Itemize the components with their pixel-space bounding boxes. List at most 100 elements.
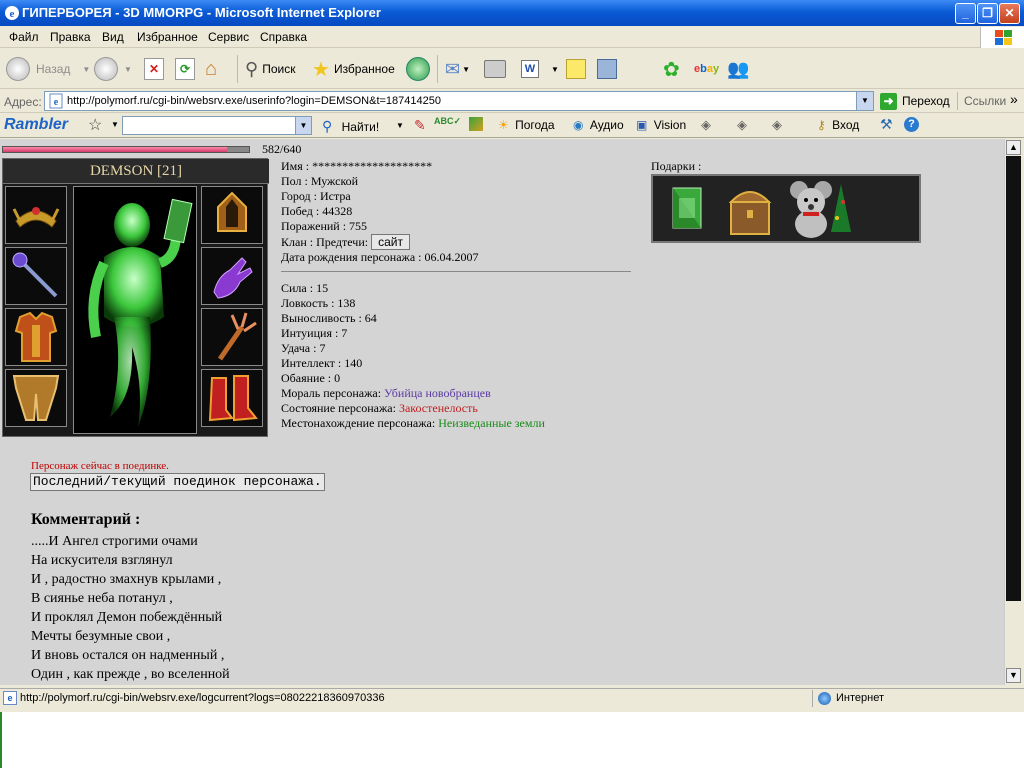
browser-window: e ГИПЕРБОРЕЯ - 3D MMORPG - Microsoft Int… xyxy=(0,0,1024,712)
find-label: Найти! xyxy=(341,120,380,134)
info-losses: Поражений : 755 xyxy=(281,219,368,233)
menu-favorites[interactable]: Избранное xyxy=(137,30,198,44)
word-icon: W xyxy=(521,60,539,78)
rambler-weather-button[interactable]: ☀ Погода xyxy=(498,118,555,132)
go-label: Переход xyxy=(902,94,950,108)
stat-endurance: Выносливость : 64 xyxy=(281,311,377,325)
hp-bar xyxy=(2,146,250,153)
home-button[interactable]: ⌂ xyxy=(205,55,217,83)
search-button[interactable]: ⚲ Поиск xyxy=(245,55,295,83)
forward-button[interactable]: ▼ xyxy=(94,55,132,83)
rambler-settings-icon[interactable]: ⚒ xyxy=(880,116,893,133)
gifts-panel xyxy=(651,174,921,243)
fight-log-button[interactable]: Последний/текущий поединок персонажа. xyxy=(30,473,325,491)
teddy-bear-gift-icon[interactable] xyxy=(785,178,855,240)
back-dropdown-icon[interactable]: ▼ xyxy=(82,65,90,74)
menu-file[interactable]: Файл xyxy=(9,30,39,44)
maximize-button[interactable]: ❐ xyxy=(977,3,998,24)
rambler-logo[interactable]: Rambler xyxy=(4,116,68,134)
info-clan: Клан : Предтечи: xyxy=(281,235,369,249)
print-button[interactable] xyxy=(484,55,506,83)
menu-view[interactable]: Вид xyxy=(102,30,124,44)
rambler-search-input[interactable]: ▼ xyxy=(122,116,312,135)
address-dropdown-icon[interactable]: ▼ xyxy=(856,92,873,110)
links-more-icon[interactable]: » xyxy=(1010,91,1018,107)
icq-button[interactable]: ✿ xyxy=(663,55,680,83)
comment-line: И проклял Демон побеждённый xyxy=(31,610,223,625)
rambler-star-dropdown-icon[interactable]: ▼ xyxy=(111,120,119,129)
rambler-login-button[interactable]: ⚷ Вход xyxy=(817,118,859,132)
rambler-map-icon[interactable] xyxy=(469,117,483,131)
stat-luck: Удача : 7 xyxy=(281,341,326,355)
treasure-chest-gift-icon[interactable] xyxy=(727,180,773,238)
svg-text:e: e xyxy=(54,97,59,108)
scroll-up-arrow-icon[interactable]: ▲ xyxy=(1006,140,1021,155)
character-panel: DEMSON [21] xyxy=(2,158,269,437)
windows-logo-icon xyxy=(980,27,1024,48)
ie-icon: e xyxy=(5,6,19,20)
emerald-gift-icon[interactable] xyxy=(669,184,705,232)
status-zone: Интернет xyxy=(836,692,884,704)
staff-icon xyxy=(12,252,58,298)
slot-boots[interactable] xyxy=(201,369,263,427)
rambler-mail-icon[interactable]: ◈ xyxy=(737,117,747,133)
rambler-star-icon[interactable]: ☆ xyxy=(88,115,102,135)
state-value: Закостенелость xyxy=(398,401,478,415)
scroll-down-arrow-icon[interactable]: ▼ xyxy=(1006,668,1021,683)
rambler-find-dropdown-icon[interactable]: ▼ xyxy=(396,121,404,130)
discuss-button[interactable] xyxy=(566,55,586,83)
mail-button[interactable]: ✉ ▼ xyxy=(445,55,470,83)
favorites-button[interactable]: ★ Избранное xyxy=(312,55,395,83)
close-button[interactable]: ✕ xyxy=(999,3,1020,24)
rambler-photo-icon[interactable]: ◈ xyxy=(772,117,782,133)
mail-dropdown-icon[interactable]: ▼ xyxy=(462,65,470,74)
messenger-button[interactable]: 👥 xyxy=(727,55,749,83)
edit-button[interactable]: W ▼ xyxy=(521,55,559,83)
forward-dropdown-icon[interactable]: ▼ xyxy=(124,65,132,74)
minimize-button[interactable]: _ xyxy=(955,3,976,24)
home-icon: ⌂ xyxy=(205,57,218,80)
rambler-audio-button[interactable]: ◉ Аудио xyxy=(573,118,624,132)
title-bar: e ГИПЕРБОРЕЯ - 3D MMORPG - Microsoft Int… xyxy=(0,0,1024,26)
rambler-search-dropdown-icon[interactable]: ▼ xyxy=(295,117,311,134)
back-button[interactable]: Назад ▼ xyxy=(6,55,90,83)
rambler-help-icon[interactable]: ? xyxy=(904,117,919,132)
menu-tools[interactable]: Сервис xyxy=(208,30,249,44)
address-input[interactable]: e http://polymorf.ru/cgi-bin/websrv.exe/… xyxy=(44,91,874,111)
links-button[interactable]: Ссылки xyxy=(964,94,1006,108)
vertical-scrollbar[interactable]: ▲ ▼ xyxy=(1004,139,1021,685)
slot-helmet[interactable] xyxy=(5,186,67,244)
clan-site-button[interactable]: сайт xyxy=(371,234,410,250)
spellcheck-icon[interactable]: ABC✓ xyxy=(434,116,461,127)
history-button[interactable] xyxy=(406,55,430,83)
rambler-pencil-icon[interactable]: ◈ xyxy=(701,117,711,133)
stop-button[interactable]: ✕ xyxy=(144,55,164,83)
ghost-demon-image xyxy=(88,198,193,427)
slot-armor[interactable] xyxy=(5,308,67,366)
ebay-button[interactable]: ebay xyxy=(694,55,719,83)
slot-ring[interactable] xyxy=(201,308,263,366)
crown-icon xyxy=(12,207,60,228)
svg-text:e: e xyxy=(10,8,15,20)
slot-weapon[interactable] xyxy=(5,247,67,305)
menu-help[interactable]: Справка xyxy=(260,30,307,44)
back-arrow-icon xyxy=(6,57,30,81)
slot-legs[interactable] xyxy=(5,369,67,427)
highlight-pen-icon[interactable]: ✎ xyxy=(414,117,426,134)
rambler-find-button[interactable]: ⚲ Найти! xyxy=(322,118,379,135)
slot-gloves[interactable] xyxy=(201,247,263,305)
hp-bar-fill xyxy=(3,147,227,152)
info-name: Имя : ******************** xyxy=(281,159,433,173)
login-label: Вход xyxy=(832,118,860,132)
edit-dropdown-icon[interactable]: ▼ xyxy=(551,65,559,74)
refresh-button[interactable]: ⟳ xyxy=(175,55,195,83)
go-button[interactable]: ➜ Переход xyxy=(880,92,950,110)
scroll-thumb[interactable] xyxy=(1006,156,1021,601)
slot-amulet[interactable] xyxy=(201,186,263,244)
menu-edit[interactable]: Правка xyxy=(50,30,91,44)
character-stats: Сила : 15 Ловкость : 138 Выносливость : … xyxy=(281,281,545,431)
toolbar-separator xyxy=(437,55,438,83)
rambler-vision-button[interactable]: ▣ Vision xyxy=(636,118,686,132)
armor-icon xyxy=(14,311,58,362)
research-button[interactable] xyxy=(597,55,617,83)
